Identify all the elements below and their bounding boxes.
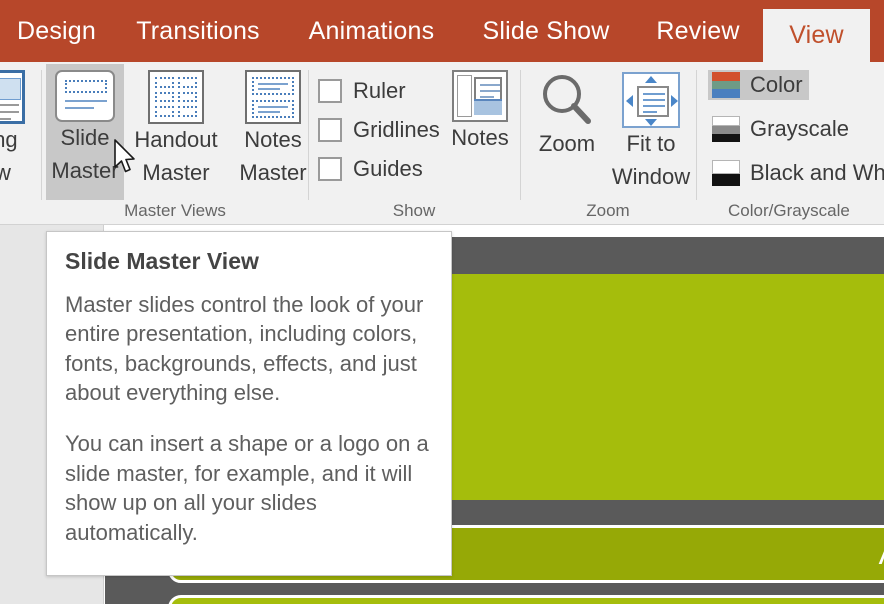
handout-master-button[interactable]: HandoutMaster: [128, 64, 224, 200]
slide-master-label: SlideMaster: [51, 122, 118, 187]
fit-to-window-button[interactable]: Fit toWindow: [610, 66, 692, 196]
tooltip-title: Slide Master View: [65, 248, 433, 276]
tab-view-label: View: [789, 21, 844, 50]
color-grayscale-group-label: Color/Grayscale: [728, 201, 850, 221]
ruler-checkbox[interactable]: [318, 79, 342, 103]
black-and-white-option-label: Black and Wh: [750, 160, 884, 186]
tab-transitions-label: Transitions: [136, 17, 260, 46]
gridlines-checkbox[interactable]: [318, 118, 342, 142]
ruler-label: Ruler: [353, 78, 406, 104]
slide-master-tooltip: Slide Master View Master slides control …: [46, 231, 452, 576]
ribbon: ingw SlideMaster HandoutMaster: [0, 62, 884, 225]
slide-button-about-label: Abou: [879, 536, 884, 572]
slide-master-icon: [55, 70, 115, 122]
tab-animations-label: Animations: [309, 17, 435, 46]
tab-design[interactable]: Design: [0, 0, 113, 62]
ruler-checkbox-row[interactable]: Ruler: [318, 78, 406, 104]
tooltip-paragraph-2: You can insert a shape or a logo on a sl…: [65, 429, 433, 547]
handout-master-label: HandoutMaster: [134, 124, 217, 189]
notes-master-label: NotesMaster: [239, 124, 306, 189]
notes-master-icon: [245, 70, 301, 124]
tab-review[interactable]: Review: [637, 0, 759, 62]
reading-view-label: ingw: [0, 124, 18, 189]
group-divider-4: [696, 70, 697, 200]
black-and-white-option[interactable]: Black and Wh: [708, 158, 884, 188]
tab-view[interactable]: View: [763, 9, 870, 62]
reading-view-button[interactable]: ingw: [0, 64, 44, 200]
show-group-label: Show: [310, 201, 518, 221]
guides-checkbox-row[interactable]: Guides: [318, 156, 423, 182]
slide-button-assess[interactable]: Asses: [168, 595, 884, 604]
magnifier-icon: [538, 72, 596, 128]
tab-transitions[interactable]: Transitions: [118, 0, 278, 62]
notes-label: Notes: [451, 122, 508, 155]
gridlines-checkbox-row[interactable]: Gridlines: [318, 117, 440, 143]
group-divider-1: [41, 70, 42, 200]
blackwhite-swatch-icon: [712, 160, 740, 186]
reading-view-icon: [0, 70, 25, 124]
slide-master-button[interactable]: SlideMaster: [46, 64, 124, 200]
grayscale-option[interactable]: Grayscale: [708, 114, 855, 144]
group-divider-2: [308, 70, 309, 200]
ribbon-group-zoom: Zoom Fit toWindow Zoom: [522, 62, 694, 224]
tab-slide-show-label: Slide Show: [482, 17, 609, 46]
notes-master-button[interactable]: NotesMaster: [228, 64, 318, 200]
powerpoint-window: Design Transitions Animations Slide Show…: [0, 0, 884, 604]
master-views-group-label: Master Views: [44, 201, 306, 221]
tab-design-label: Design: [17, 17, 96, 46]
zoom-label: Zoom: [539, 128, 595, 161]
color-option-label: Color: [750, 72, 803, 98]
color-option[interactable]: Color: [708, 70, 809, 100]
notes-icon: [452, 70, 508, 122]
ribbon-group-color-grayscale: Color Grayscale Black and Wh Color/Grays…: [700, 62, 884, 224]
tab-review-label: Review: [656, 17, 739, 46]
ribbon-group-master-views: SlideMaster HandoutMaster NotesMaster Ma…: [44, 62, 306, 224]
fit-to-window-label: Fit toWindow: [612, 128, 690, 193]
ribbon-group-show: Ruler Gridlines Guides Notes: [310, 62, 518, 224]
grayscale-option-label: Grayscale: [750, 116, 849, 142]
ribbon-tab-bar: Design Transitions Animations Slide Show…: [0, 0, 884, 62]
tab-animations[interactable]: Animations: [290, 0, 453, 62]
handout-master-icon: [148, 70, 204, 124]
color-swatch-icon: [712, 72, 740, 98]
zoom-button[interactable]: Zoom: [526, 66, 608, 186]
tab-slide-show[interactable]: Slide Show: [467, 0, 625, 62]
zoom-group-label: Zoom: [522, 201, 694, 221]
notes-button[interactable]: Notes: [442, 64, 518, 174]
guides-checkbox[interactable]: [318, 157, 342, 181]
ribbon-group-presentation-views: ingw: [0, 62, 44, 224]
gridlines-label: Gridlines: [353, 117, 440, 143]
guides-label: Guides: [353, 156, 423, 182]
group-divider-3: [520, 70, 521, 200]
grayscale-swatch-icon: [712, 116, 740, 142]
fit-to-window-icon: [622, 72, 680, 128]
tooltip-paragraph-1: Master slides control the look of your e…: [65, 290, 433, 408]
